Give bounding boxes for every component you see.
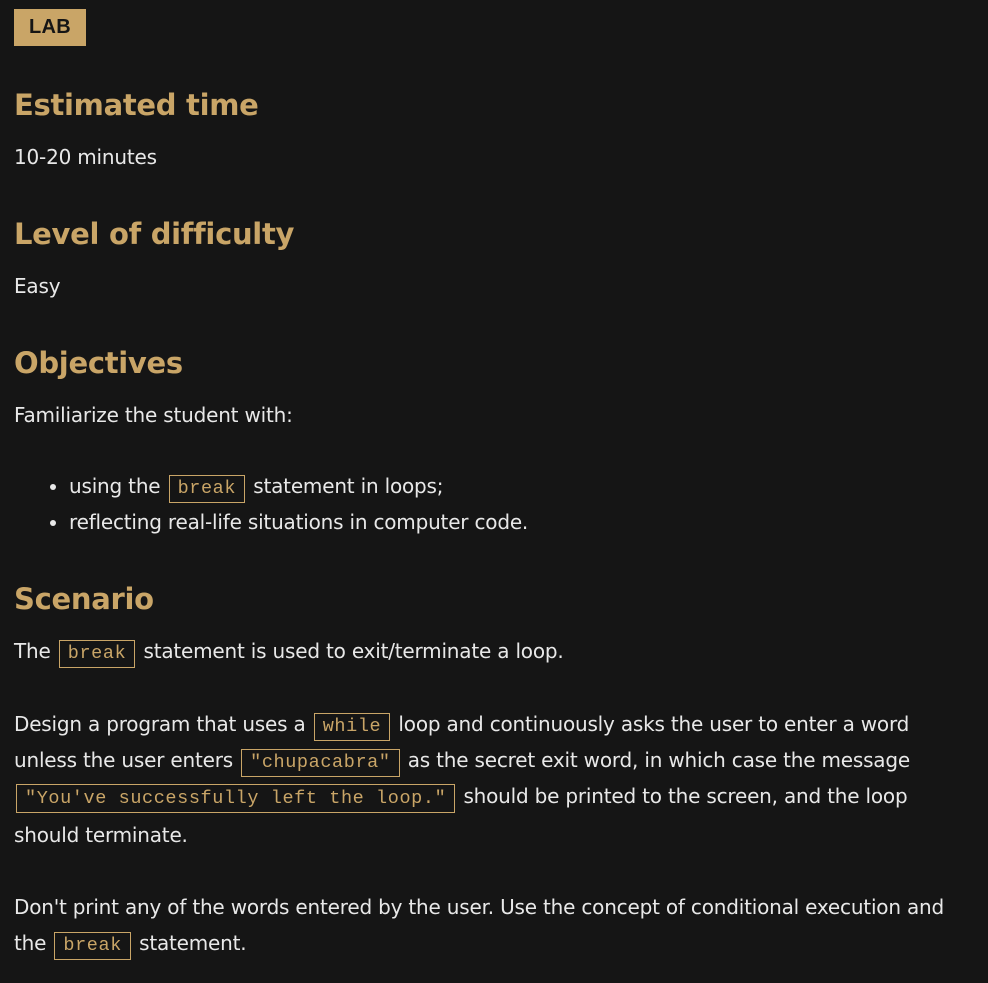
difficulty-section: Level of difficulty Easy [14,216,976,304]
code-chupacabra: "chupacabra" [241,749,400,777]
difficulty-value: Easy [14,274,61,298]
scenario-heading: Scenario [14,582,154,616]
objectives-intro: Familiarize the student with: [14,403,293,427]
scenario-paragraph-2: Design a program that uses a while loop … [14,706,976,853]
code-exit-message: "You've successfully left the loop." [16,784,456,813]
code-break: break [54,932,131,960]
scenario-text: statement. [139,931,247,955]
scenario-text: as the secret exit word, in which case t… [407,748,910,772]
code-break: break [168,475,246,503]
lab-page: LAB Estimated time 10-20 minutes Level o… [14,9,976,961]
objective-item-text: statement in loops; [253,474,444,498]
scenario-paragraph-3: Don't print any of the words entered by … [14,889,976,961]
objectives-heading: Objectives [14,346,183,380]
scenario-text: statement is used to exit/terminate a lo… [143,639,564,663]
scenario-paragraph-1: The break statement is used to exit/term… [14,633,976,669]
objective-item-break: using the break statement in loops; [69,468,976,504]
code-while: while [313,713,391,741]
scenario-text: Design a program that uses a [14,712,306,736]
objectives-section: Objectives Familiarize the student with:… [14,345,976,540]
lab-badge: LAB [14,9,87,46]
scenario-section: Scenario The break statement is used to … [14,581,976,961]
difficulty-heading: Level of difficulty [14,217,295,251]
objective-item-real-life: reflecting real-life situations in compu… [69,504,976,540]
estimated-time-section: Estimated time 10-20 minutes [14,87,976,175]
objectives-list: using the break statement in loops; refl… [14,468,976,540]
objective-item-text: using the [69,474,161,498]
estimated-time-heading: Estimated time [14,88,259,122]
scenario-text: The [14,639,51,663]
estimated-time-value: 10-20 minutes [14,145,157,169]
code-break: break [58,640,136,668]
